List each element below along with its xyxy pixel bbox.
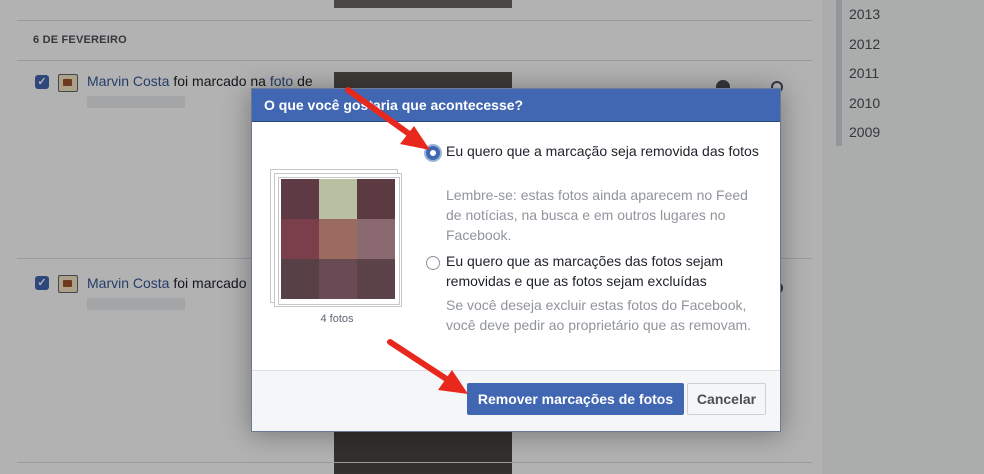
pixel <box>319 219 357 259</box>
remove-tags-button[interactable]: Remover marcações de fotos <box>467 383 684 415</box>
remove-tags-dialog: O que você gostaria que acontecesse? 4 f… <box>251 88 781 432</box>
dialog-footer: Remover marcações de fotos Cancelar <box>252 370 780 431</box>
pixelated-thumbnail <box>281 179 395 299</box>
dialog-title: O que você gostaria que acontecesse? <box>252 89 780 122</box>
pixel <box>357 219 395 259</box>
cancel-button[interactable]: Cancelar <box>687 383 766 415</box>
option-label[interactable]: Eu quero que a marcação seja removida da… <box>446 141 766 161</box>
radio-icon[interactable] <box>426 146 440 160</box>
radio-icon[interactable] <box>426 256 440 270</box>
photo-count: 4 fotos <box>320 313 354 325</box>
option-help-text: Lembre-se: estas fotos ainda aparecem no… <box>446 187 748 243</box>
pixel <box>357 259 395 299</box>
pixel <box>319 179 357 219</box>
option-help-text: Se você deseja excluir estas fotos do Fa… <box>446 297 752 333</box>
pixel <box>357 179 395 219</box>
option-label[interactable]: Eu quero que as marcações das fotos seja… <box>446 251 766 291</box>
pixel <box>281 179 319 219</box>
pixel <box>281 259 319 299</box>
pixel <box>319 259 357 299</box>
pixel <box>281 219 319 259</box>
